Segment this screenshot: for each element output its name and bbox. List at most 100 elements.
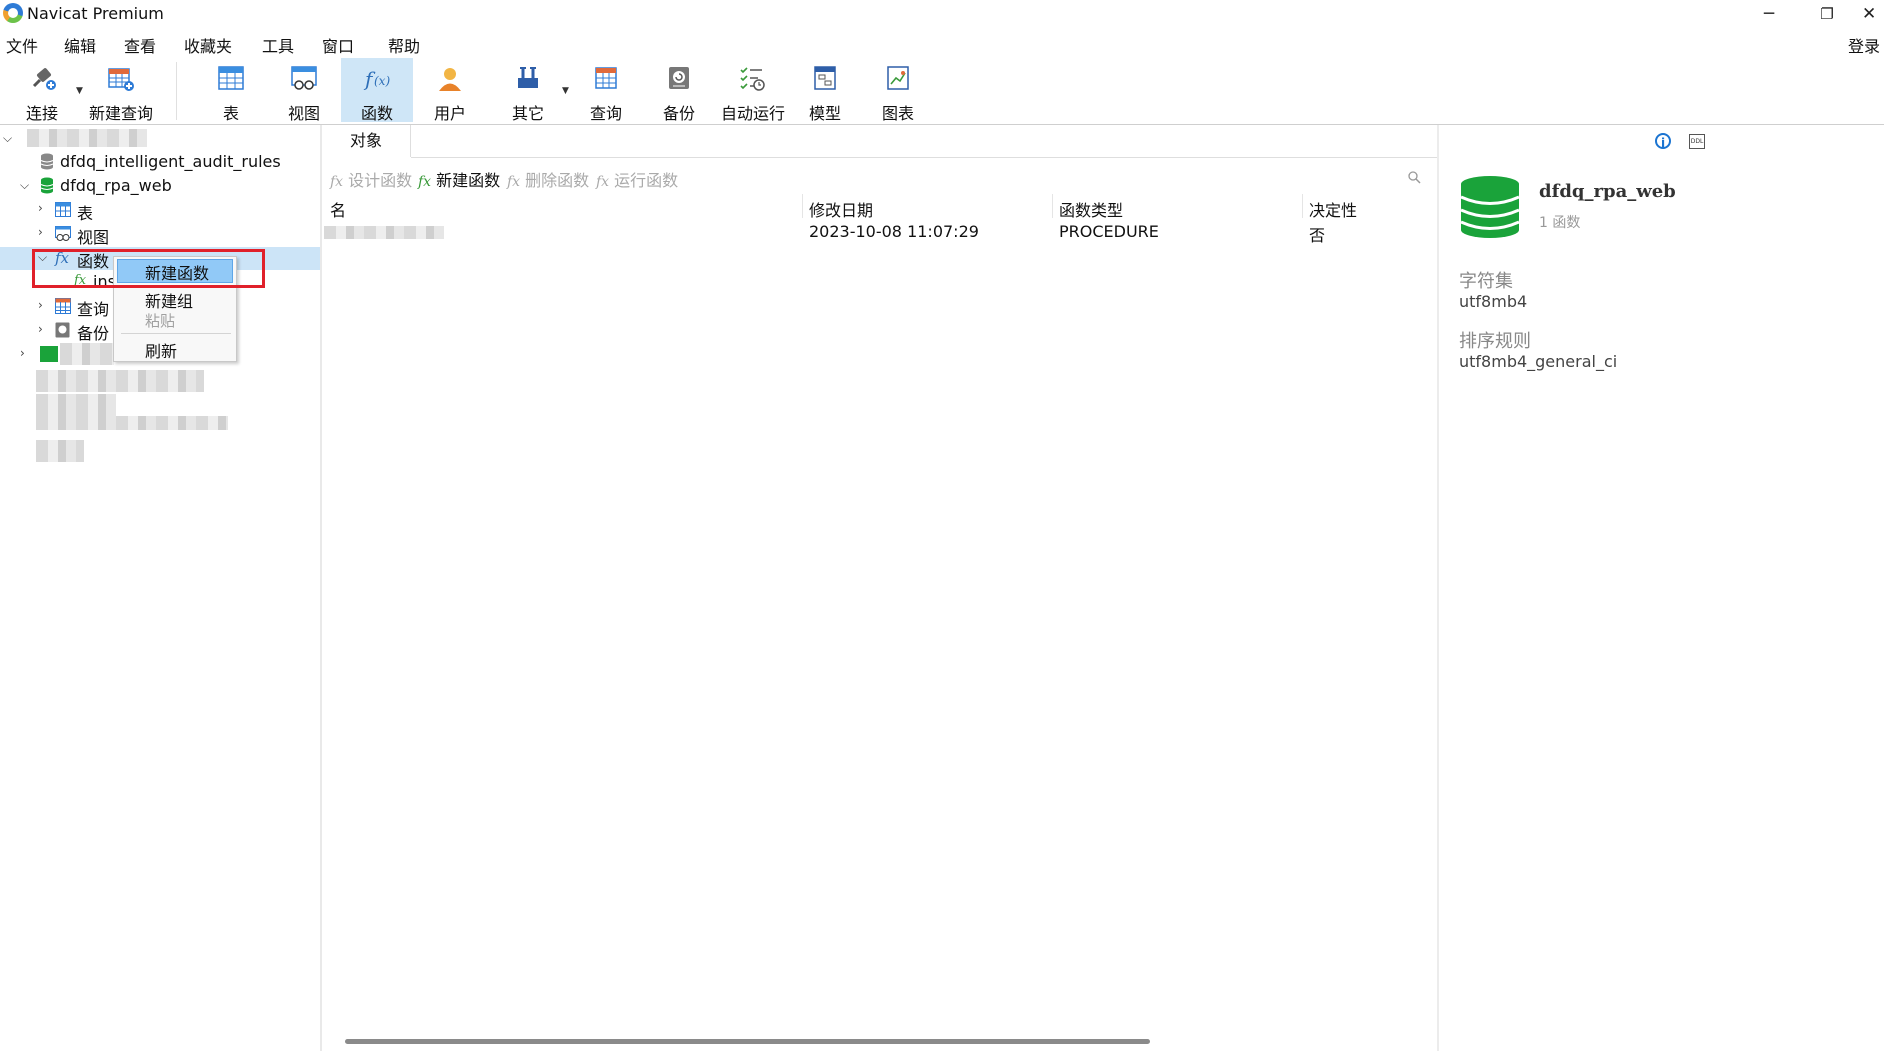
toolbar-connect-button[interactable]: 连接 — [6, 58, 78, 123]
info-collation-value: utf8mb4_general_ci — [1459, 352, 1618, 371]
toolbar-user-button[interactable]: 用户 — [414, 58, 486, 123]
toolbar-view-label: 视图 — [287, 104, 320, 123]
chart-icon — [887, 66, 909, 90]
tree-item-queries[interactable]: 查询 — [77, 296, 109, 319]
menu-view[interactable]: 查看 — [124, 33, 156, 57]
toolbar-autorun-button[interactable]: 自动运行 — [716, 58, 790, 123]
run-function-icon: fx — [596, 174, 610, 190]
tree-item-db-audit-rules[interactable]: dfdq_intelligent_audit_rules — [60, 152, 281, 174]
table-icon — [218, 66, 244, 90]
autorun-icon — [740, 67, 765, 91]
views-icon — [55, 226, 71, 241]
chevron-right-icon[interactable]: › — [20, 346, 25, 360]
toolbar-function-label: 函数 — [360, 104, 393, 123]
context-paste[interactable]: 粘贴 — [145, 310, 175, 331]
menu-window[interactable]: 窗口 — [322, 33, 354, 57]
tree-item-db-rpa-web[interactable]: dfdq_rpa_web — [60, 176, 172, 198]
toolbar-connect-label: 连接 — [25, 104, 58, 123]
run-function-button[interactable]: fx 运行函数 — [596, 167, 678, 191]
toolbar-backup-button[interactable]: 备份 — [643, 58, 715, 123]
tab-strip — [411, 125, 1437, 158]
user-icon — [439, 68, 461, 91]
queries-icon — [55, 298, 71, 314]
column-header-modified[interactable]: 修改日期 — [809, 197, 873, 221]
context-refresh[interactable]: 刷新 — [145, 338, 177, 362]
chevron-right-icon[interactable]: › — [38, 298, 43, 312]
column-divider[interactable] — [802, 194, 803, 218]
column-header-name[interactable]: 名 — [330, 197, 346, 221]
connection-name-redacted[interactable] — [27, 129, 147, 147]
other-dropdown-icon[interactable]: ▼ — [562, 86, 569, 96]
tree-item-tables[interactable]: 表 — [77, 200, 93, 223]
toolbar-chart-button[interactable]: 图表 — [862, 58, 934, 123]
toolbar-function-button[interactable]: f (x) 函数 — [341, 58, 413, 123]
tools-icon — [518, 67, 538, 88]
context-menu-separator — [121, 333, 231, 334]
chevron-right-icon[interactable]: › — [38, 322, 43, 336]
toolbar-table-button[interactable]: 表 — [195, 58, 267, 123]
toolbar-view-button[interactable]: 视图 — [268, 58, 340, 123]
tree-item-views[interactable]: 视图 — [77, 224, 109, 247]
menu-file[interactable]: 文件 — [6, 33, 38, 57]
info-db-name: dfdq_rpa_web — [1539, 181, 1676, 202]
horizontal-scrollbar[interactable] — [345, 1039, 1150, 1044]
column-header-deterministic[interactable]: 决定性 — [1309, 197, 1357, 221]
backup-icon — [669, 67, 689, 89]
context-new-group[interactable]: 新建组 — [145, 288, 193, 312]
new-query-icon — [108, 68, 134, 91]
info-charset-value: utf8mb4 — [1459, 292, 1528, 311]
info-charset-label: 字符集 — [1459, 271, 1513, 292]
minimize-button[interactable]: ─ — [1749, 2, 1789, 26]
tree-item-backups[interactable]: 备份 — [77, 320, 109, 343]
info-icon[interactable]: i — [1655, 133, 1671, 150]
toolbar-separator — [176, 62, 177, 120]
column-divider[interactable] — [1052, 194, 1053, 218]
redacted-connection[interactable] — [36, 416, 228, 430]
redacted-connection[interactable] — [36, 394, 116, 416]
column-divider[interactable] — [1302, 194, 1303, 218]
redacted-connection[interactable] — [36, 440, 84, 462]
tab-objects[interactable]: 对象 — [322, 125, 411, 157]
redacted-connection[interactable] — [36, 370, 204, 392]
design-function-label: 设计函数 — [348, 171, 413, 190]
close-button[interactable]: ✕ — [1862, 2, 1884, 26]
menu-edit[interactable]: 编辑 — [64, 33, 96, 57]
design-function-button[interactable]: fx 设计函数 — [330, 167, 412, 191]
database-large-icon — [1460, 176, 1520, 238]
menu-favorites[interactable]: 收藏夹 — [184, 33, 232, 57]
chevron-right-icon[interactable]: › — [38, 201, 43, 215]
new-function-button[interactable]: fx 新建函数 — [418, 167, 500, 191]
search-icon[interactable] — [1408, 171, 1421, 184]
restore-button[interactable]: ❐ — [1807, 2, 1847, 26]
database-icon — [40, 346, 58, 362]
delete-function-icon: fx — [507, 174, 521, 190]
new-function-icon: fx — [418, 174, 432, 190]
login-link[interactable]: 登录 — [1848, 33, 1880, 57]
ddl-icon[interactable]: DDL — [1689, 134, 1705, 149]
toolbar-new-query-button[interactable]: 新建查询 — [84, 58, 158, 123]
toolbar-model-label: 模型 — [808, 104, 841, 123]
toolbar-model-button[interactable]: 模型 — [789, 58, 861, 123]
run-function-label: 运行函数 — [614, 171, 679, 190]
toolbar-table-label: 表 — [222, 104, 239, 123]
menu-tools[interactable]: 工具 — [262, 33, 294, 57]
object-info-panel — [1439, 125, 1884, 1051]
delete-function-label: 删除函数 — [525, 171, 590, 190]
chevron-down-icon[interactable]: ⌵ — [20, 178, 29, 193]
toolbar-other-label: 其它 — [511, 104, 544, 123]
connect-dropdown-icon[interactable]: ▼ — [76, 86, 83, 96]
cell-modified: 2023-10-08 11:07:29 — [809, 222, 979, 241]
delete-function-button[interactable]: fx 删除函数 — [507, 167, 589, 191]
toolbar-backup-label: 备份 — [662, 104, 695, 123]
chevron-down-icon[interactable]: ⌵ — [3, 131, 12, 146]
redacted-connection[interactable] — [60, 343, 114, 365]
toolbar-new-query-label: 新建查询 — [88, 104, 153, 123]
column-header-type[interactable]: 函数类型 — [1059, 197, 1123, 221]
toolbar-query-button[interactable]: 查询 — [570, 58, 642, 123]
database-icon — [40, 177, 54, 194]
svg-text:(x): (x) — [374, 74, 390, 88]
sidebar-splitter[interactable] — [320, 125, 322, 1051]
chevron-right-icon[interactable]: › — [38, 225, 43, 239]
toolbar-other-button[interactable]: 其它 — [492, 58, 564, 123]
menu-help[interactable]: 帮助 — [388, 33, 420, 57]
